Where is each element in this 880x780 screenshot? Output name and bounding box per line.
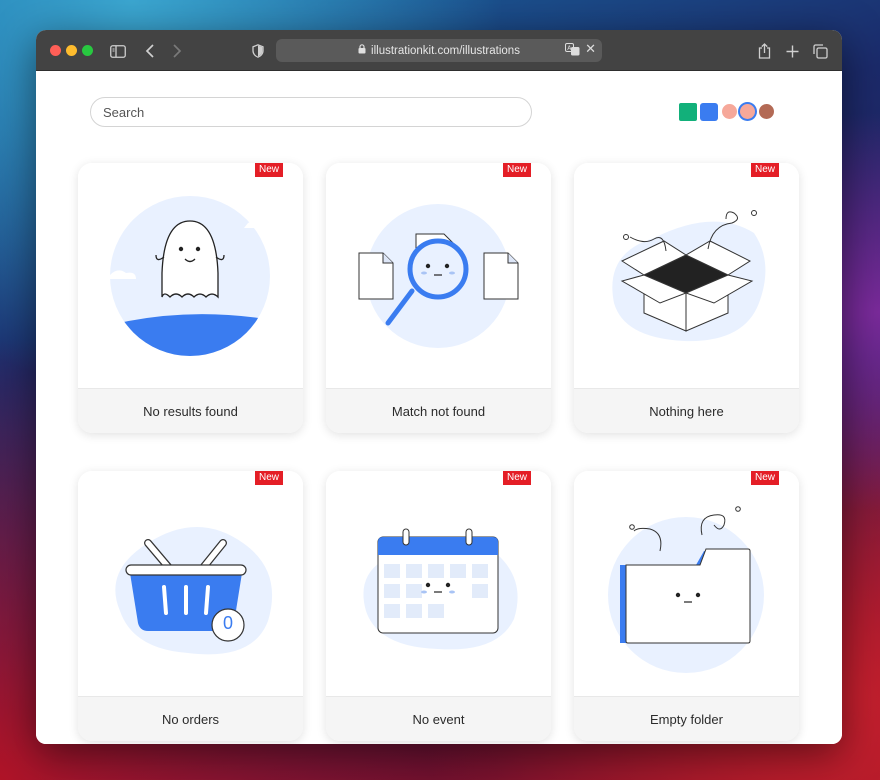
new-badge: New	[254, 471, 283, 485]
card-title: No results found	[78, 388, 303, 433]
share-icon[interactable]	[754, 41, 774, 61]
translate-icon[interactable]: A	[565, 43, 580, 59]
card-match-not-found[interactable]: New Match not found	[326, 163, 551, 433]
search-input[interactable]	[90, 97, 532, 127]
card-artwork: New	[574, 471, 799, 696]
basket-illustration	[115, 527, 273, 655]
new-badge: New	[750, 163, 779, 177]
card-no-event[interactable]: New No event	[326, 471, 551, 741]
swatch-brown[interactable]	[759, 104, 774, 119]
url-text: illustrationkit.com/illustrations	[371, 44, 520, 57]
browser-toolbar: illustrationkit.com/illustrations A ✕	[36, 30, 842, 71]
sidebar-toggle-icon[interactable]	[108, 41, 128, 61]
close-window-button[interactable]	[50, 45, 61, 56]
card-artwork: New	[78, 163, 303, 388]
card-artwork: 0 New	[78, 471, 303, 696]
swatch-selected[interactable]	[740, 104, 755, 119]
privacy-shield-icon[interactable]	[248, 41, 268, 61]
card-no-results[interactable]: New No results found	[78, 163, 303, 433]
open-box-illustration	[612, 210, 766, 342]
card-nothing-here[interactable]: New Nothing here	[574, 163, 799, 433]
card-title: Nothing here	[574, 388, 799, 433]
card-artwork: New	[574, 163, 799, 388]
new-badge: New	[254, 163, 283, 177]
lock-icon	[358, 44, 366, 57]
order-count: 0	[222, 613, 233, 633]
swatch-green[interactable]	[679, 103, 697, 121]
back-icon[interactable]	[140, 41, 160, 61]
card-artwork: New	[326, 471, 551, 696]
calendar-illustration	[363, 528, 518, 650]
forward-icon[interactable]	[167, 41, 187, 61]
magnifier-illustration	[358, 204, 519, 348]
zoom-window-button[interactable]	[82, 45, 93, 56]
new-badge: New	[750, 471, 779, 485]
card-artwork: New	[326, 163, 551, 388]
browser-window: illustrationkit.com/illustrations A ✕ Se…	[36, 30, 842, 744]
close-icon[interactable]: ✕	[585, 41, 596, 57]
tab-overview-icon[interactable]	[810, 41, 830, 61]
page-content: New No results found	[36, 71, 842, 744]
address-bar[interactable]: illustrationkit.com/illustrations A ✕	[276, 39, 602, 62]
new-badge: New	[502, 471, 531, 485]
new-tab-icon[interactable]	[782, 41, 802, 61]
card-title: Match not found	[326, 388, 551, 433]
card-no-orders[interactable]: 0 New No orders	[78, 471, 303, 741]
card-empty-folder[interactable]: New Empty folder	[574, 471, 799, 741]
ghost-illustration	[104, 196, 274, 356]
swatch-peach[interactable]	[722, 104, 737, 119]
minimize-window-button[interactable]	[66, 45, 77, 56]
folder-illustration	[608, 506, 764, 673]
new-badge: New	[502, 163, 531, 177]
swatch-blue[interactable]	[700, 103, 718, 121]
